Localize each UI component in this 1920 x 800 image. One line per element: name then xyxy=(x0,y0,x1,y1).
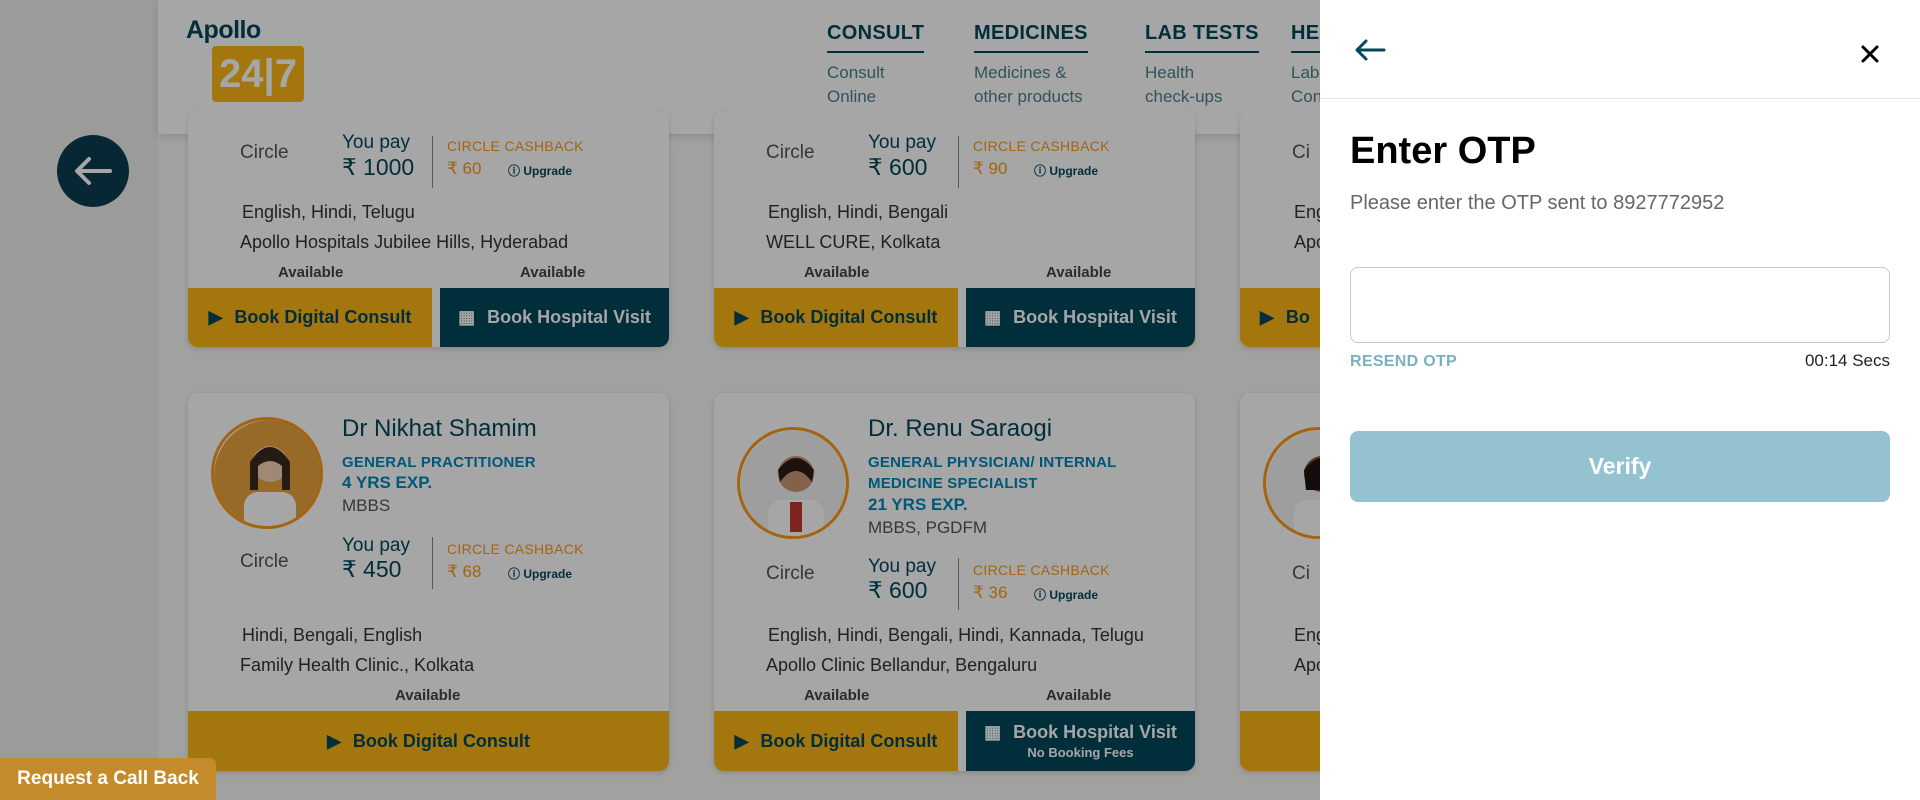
modal-backdrop[interactable] xyxy=(0,0,1320,800)
close-icon[interactable] xyxy=(1860,44,1880,64)
otp-input[interactable] xyxy=(1350,267,1890,343)
otp-title: Enter OTP xyxy=(1350,130,1536,172)
otp-subtitle: Please enter the OTP sent to 8927772952 xyxy=(1350,192,1725,214)
otp-timer: 00:14 Secs xyxy=(1804,351,1890,370)
otp-panel: Enter OTP Please enter the OTP sent to 8… xyxy=(1320,0,1920,800)
panel-header xyxy=(1320,0,1920,99)
verify-button[interactable]: Verify xyxy=(1350,431,1890,502)
arrow-left-icon[interactable] xyxy=(1354,38,1386,62)
resend-otp-link[interactable]: RESEND OTP xyxy=(1350,353,1457,371)
request-call-back-button[interactable]: Request a Call Back xyxy=(0,758,216,800)
